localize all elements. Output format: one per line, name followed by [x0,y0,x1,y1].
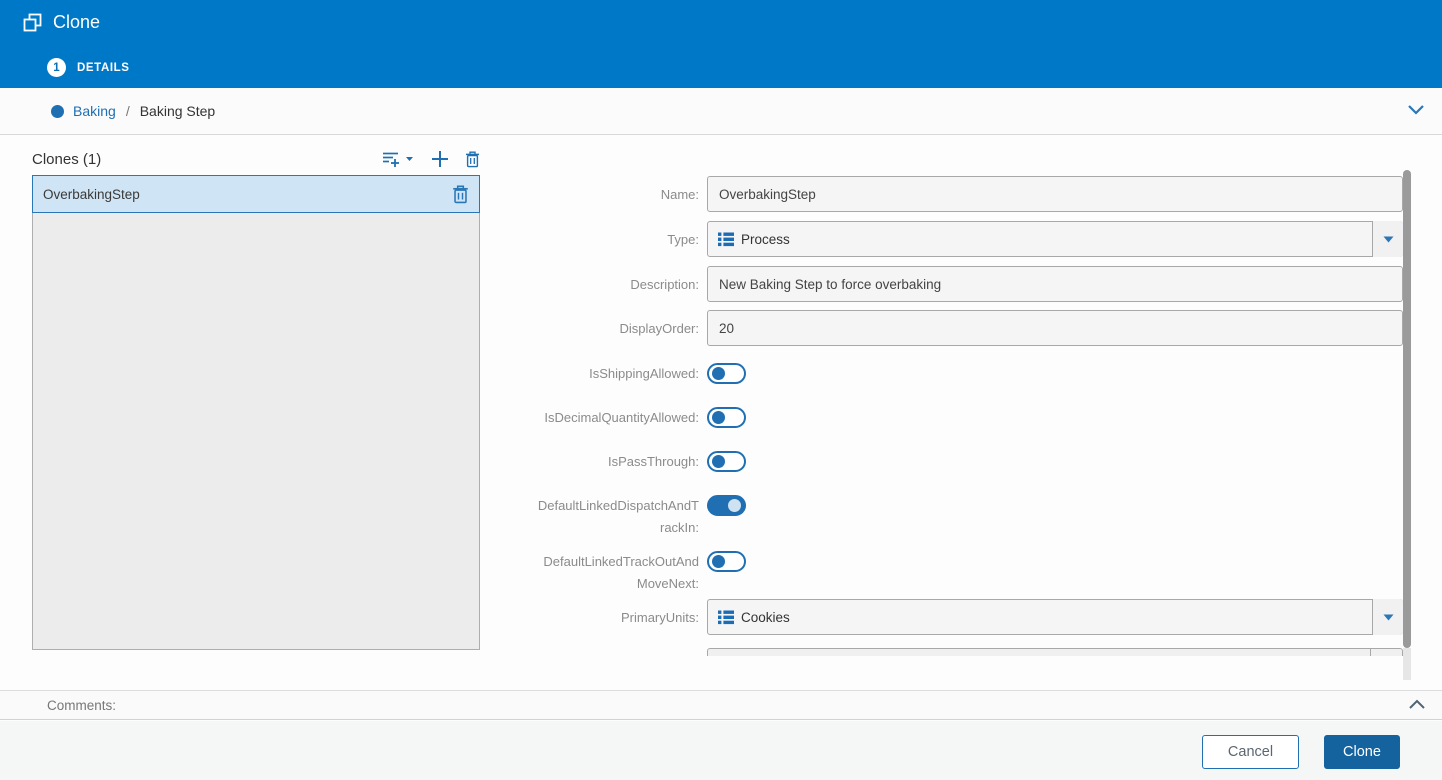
form-row-displayorder: DisplayOrder: [537,310,1403,346]
primaryunits-value: Cookies [741,610,790,625]
entity-icon [718,610,734,625]
trash-icon[interactable] [465,151,480,168]
form-row-isdecimalquantityallowed: IsDecimalQuantityAllowed: [537,407,1403,429]
step-label: DETAILS [77,62,130,74]
comments-label: Comments: [47,698,116,713]
type-field[interactable]: Process [707,221,1403,257]
clone-icon [22,12,43,33]
breadcrumb-current: Baking Step [140,103,216,119]
breadcrumb-separator: / [126,103,130,119]
next-field-clipped [707,648,1403,656]
dialog-header: Clone 1 DETAILS [0,0,1442,88]
name-field[interactable] [707,176,1403,212]
form-row-isshippingallowed: IsShippingAllowed: [537,363,1403,385]
chevron-down-icon[interactable] [1406,103,1426,117]
form-row-type: Type: Process [537,221,1403,257]
trash-icon[interactable] [452,185,469,204]
breadcrumb-parent-link[interactable]: Baking [73,103,116,119]
clone-list-item[interactable]: OverbakingStep [32,175,480,213]
clones-panel-title: Clones (1) [32,151,101,168]
dialog-footer: Cancel Clone [0,721,1442,780]
main-content: Clones (1) [0,135,1442,690]
step-number-badge: 1 [47,58,66,77]
type-value: Process [741,232,790,247]
field-label: DefaultLinkedDispatchAndTrackIn: [537,495,699,539]
description-field[interactable] [707,266,1403,302]
field-label: Type: [537,221,699,250]
primaryunits-field[interactable]: Cookies [707,599,1403,635]
dropdown-caret-icon [1383,236,1394,243]
add-clone-options-button[interactable] [382,151,415,168]
add-icon[interactable] [431,150,449,168]
cancel-button[interactable]: Cancel [1202,735,1299,769]
defaultlinkedtrackoutandmovenext-toggle[interactable] [707,551,746,572]
clones-list: OverbakingStep [32,175,480,650]
displayorder-field[interactable] [707,310,1403,346]
field-label: DefaultLinkedTrackOutAndMoveNext: [537,551,699,595]
comments-section[interactable]: Comments: [0,690,1442,720]
form-row-description: Description: [537,266,1403,302]
dropdown-caret-icon [1383,614,1394,621]
defaultlinkeddispatchandtrackin-toggle[interactable] [707,495,746,516]
scrollbar-track[interactable] [1403,648,1411,680]
form-row-defaultlinkeddispatchandtrackin: DefaultLinkedDispatchAndTrackIn: [537,495,1403,539]
type-dropdown-button[interactable] [1372,221,1403,257]
ispassthrough-toggle[interactable] [707,451,746,472]
form-row-name: Name: [537,176,1403,212]
entity-icon [718,232,734,247]
wizard-step-details[interactable]: 1 DETAILS [47,58,130,77]
field-label: Name: [537,176,699,205]
form-row-defaultlinkedtrackoutandmovenext: DefaultLinkedTrackOutAndMoveNext: [537,551,1403,595]
isdecimalquantityallowed-toggle[interactable] [707,407,746,428]
dialog-title: Clone [53,12,100,33]
primaryunits-dropdown-button[interactable] [1372,599,1403,635]
form-row-primaryunits: PrimaryUnits: Cookies [537,599,1403,635]
field-label: IsShippingAllowed: [537,363,699,385]
clone-item-name: OverbakingStep [43,187,140,202]
form-row-ispassthrough: IsPassThrough: [537,451,1403,473]
form-scrollbar[interactable] [1403,170,1411,680]
field-label: Description: [537,266,699,295]
clone-dialog: Clone 1 DETAILS Baking / Baking Step Clo… [0,0,1442,780]
isshippingallowed-toggle[interactable] [707,363,746,384]
entity-status-dot [51,105,64,118]
scrollbar-thumb[interactable] [1403,170,1411,648]
field-label: IsDecimalQuantityAllowed: [537,407,699,429]
chevron-up-icon[interactable] [1408,699,1426,711]
field-label: DisplayOrder: [537,310,699,339]
breadcrumb: Baking / Baking Step [0,88,1442,135]
field-label: IsPassThrough: [537,451,699,473]
clone-button[interactable]: Clone [1324,735,1400,769]
field-label: PrimaryUnits: [537,599,699,628]
